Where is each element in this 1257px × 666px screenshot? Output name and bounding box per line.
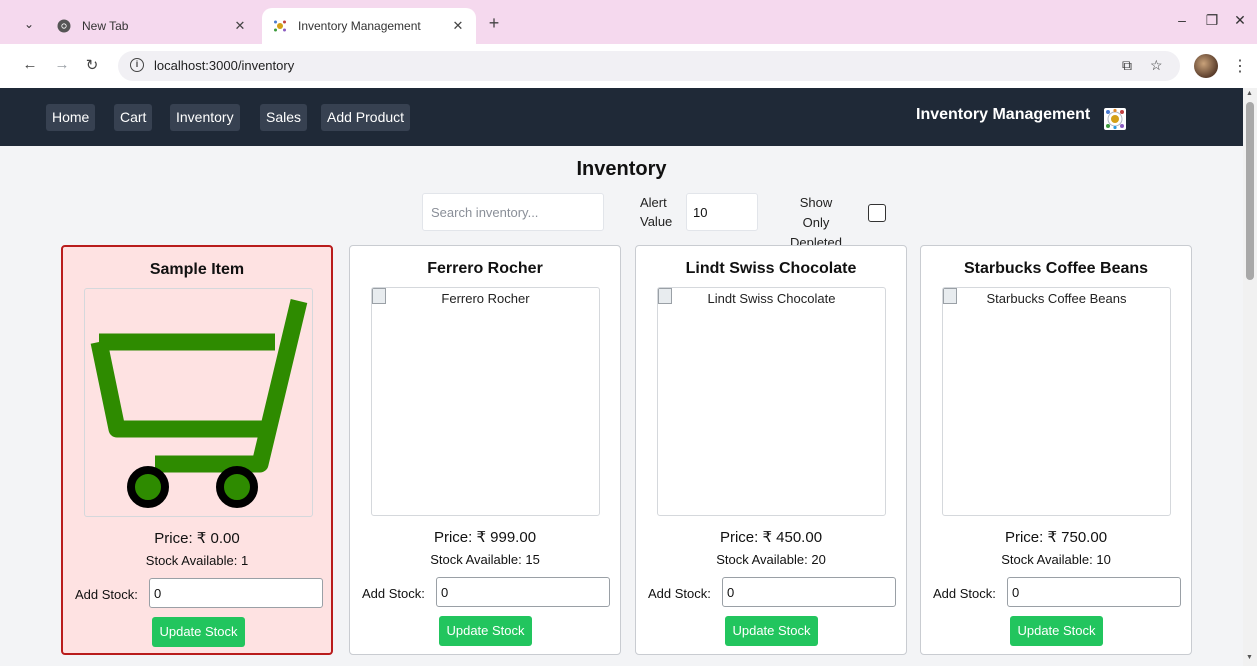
update-stock-button[interactable]: Update Stock [152, 617, 245, 647]
add-stock-input[interactable] [149, 578, 323, 608]
brand-title: Inventory Management [916, 106, 1091, 123]
add-stock-input[interactable] [722, 577, 896, 607]
new-tab-plus-icon[interactable]: + [484, 14, 504, 34]
show-depleted-label: Show Only Depleted [789, 195, 843, 250]
install-app-icon[interactable]: ⧉ [1122, 57, 1132, 74]
add-stock-input[interactable] [436, 577, 610, 607]
nav-link-inventory[interactable]: Inventory [170, 104, 240, 131]
alert-value-input[interactable] [686, 193, 758, 231]
product-card: Lindt Swiss Chocolate Lindt Swiss Chocol… [635, 245, 907, 655]
browser-tab-inventory[interactable]: Inventory Management ✕ [262, 8, 476, 44]
add-stock-label: Add Stock: [362, 586, 425, 601]
broken-image: Lindt Swiss Chocolate [658, 288, 885, 515]
product-image: Ferrero Rocher [371, 287, 600, 516]
close-icon[interactable]: ✕ [450, 18, 466, 34]
product-image: Lindt Swiss Chocolate [657, 287, 886, 516]
restore-icon[interactable]: ❐ [1200, 12, 1224, 29]
browser-tab-strip: ⌄ New Tab ✕ Inventory Management ✕ + – ❐… [0, 0, 1257, 44]
back-arrow-icon[interactable]: ← [20, 56, 40, 73]
site-info-icon[interactable]: i [130, 58, 144, 72]
scroll-down-icon[interactable]: ▼ [1246, 654, 1253, 661]
product-price: Price: ₹ 0.00 [154, 530, 240, 547]
forward-arrow-icon[interactable]: → [52, 56, 72, 73]
scrollbar-thumb[interactable] [1246, 102, 1254, 280]
image-alt-text: Lindt Swiss Chocolate [707, 291, 836, 306]
nav-link-cart[interactable]: Cart [114, 104, 153, 131]
product-card: Sample Item Price: ₹ 0.00 Stock Availabl… [61, 245, 333, 655]
tab-title: Inventory Management [298, 19, 421, 33]
product-name: Starbucks Coffee Beans [963, 260, 1149, 277]
product-card: Starbucks Coffee Beans Starbucks Coffee … [920, 245, 1192, 655]
product-name: Lindt Swiss Chocolate [685, 260, 857, 277]
add-stock-label: Add Stock: [75, 587, 138, 602]
image-alt-text: Ferrero Rocher [441, 291, 530, 306]
inventory-logo-icon [272, 18, 288, 34]
brand-logo-icon [1104, 108, 1126, 130]
product-price: Price: ₹ 750.00 [1004, 529, 1108, 546]
tab-search-chevron-icon[interactable]: ⌄ [18, 13, 40, 35]
search-input[interactable] [422, 193, 604, 231]
product-card: Ferrero Rocher Ferrero Rocher Price: ₹ 9… [349, 245, 621, 655]
product-stock: Stock Available: 1 [145, 553, 249, 568]
bookmark-star-icon[interactable]: ☆ [1150, 57, 1163, 74]
product-image [84, 288, 313, 517]
minimize-icon[interactable]: – [1170, 12, 1194, 28]
product-stock: Stock Available: 10 [1001, 552, 1111, 567]
browser-toolbar: ← → ↻ i localhost:3000/inventory ⧉ ☆ ⋮ [0, 44, 1257, 88]
product-price: Price: ₹ 999.00 [433, 529, 537, 546]
page-scrollbar[interactable]: ▲ ▼ [1243, 88, 1257, 666]
update-stock-button[interactable]: Update Stock [439, 616, 532, 646]
alert-value-label: Alert Value [640, 193, 680, 231]
add-stock-label: Add Stock: [933, 586, 996, 601]
update-stock-button[interactable]: Update Stock [1010, 616, 1103, 646]
shopping-cart-image [90, 299, 308, 508]
app-navbar: Home Cart Inventory Sales Add Product In… [0, 88, 1243, 146]
show-depleted-checkbox[interactable] [868, 204, 886, 222]
close-icon[interactable]: ✕ [232, 18, 248, 34]
page-viewport: Home Cart Inventory Sales Add Product In… [0, 88, 1243, 666]
product-name: Sample Item [149, 261, 245, 278]
more-menu-icon[interactable]: ⋮ [1232, 56, 1248, 76]
profile-avatar[interactable] [1194, 54, 1218, 78]
broken-image: Starbucks Coffee Beans [943, 288, 1170, 515]
address-bar[interactable]: i localhost:3000/inventory ⧉ ☆ [118, 51, 1180, 81]
broken-image: Ferrero Rocher [372, 288, 599, 515]
product-name: Ferrero Rocher [427, 260, 543, 277]
product-stock: Stock Available: 15 [430, 552, 540, 567]
browser-tab-new-tab[interactable]: New Tab ✕ [46, 8, 258, 44]
add-stock-label: Add Stock: [648, 586, 711, 601]
add-stock-input[interactable] [1007, 577, 1181, 607]
page-title: Inventory [576, 158, 667, 180]
reload-icon[interactable]: ↻ [82, 56, 102, 74]
nav-link-sales[interactable]: Sales [260, 104, 308, 131]
tab-title: New Tab [82, 19, 129, 33]
alert-label-text: Alert Value [640, 195, 673, 229]
product-image: Starbucks Coffee Beans [942, 287, 1171, 516]
product-stock: Stock Available: 20 [716, 552, 826, 567]
nav-link-home[interactable]: Home [46, 104, 96, 131]
product-price: Price: ₹ 450.00 [719, 529, 823, 546]
nav-link-add-product[interactable]: Add Product [321, 104, 411, 131]
image-alt-text: Starbucks Coffee Beans [986, 291, 1127, 306]
chrome-icon [56, 18, 72, 34]
window-close-icon[interactable]: ✕ [1228, 12, 1252, 29]
url-text[interactable]: localhost:3000/inventory [154, 58, 294, 73]
update-stock-button[interactable]: Update Stock [725, 616, 818, 646]
scroll-up-icon[interactable]: ▲ [1246, 90, 1253, 97]
